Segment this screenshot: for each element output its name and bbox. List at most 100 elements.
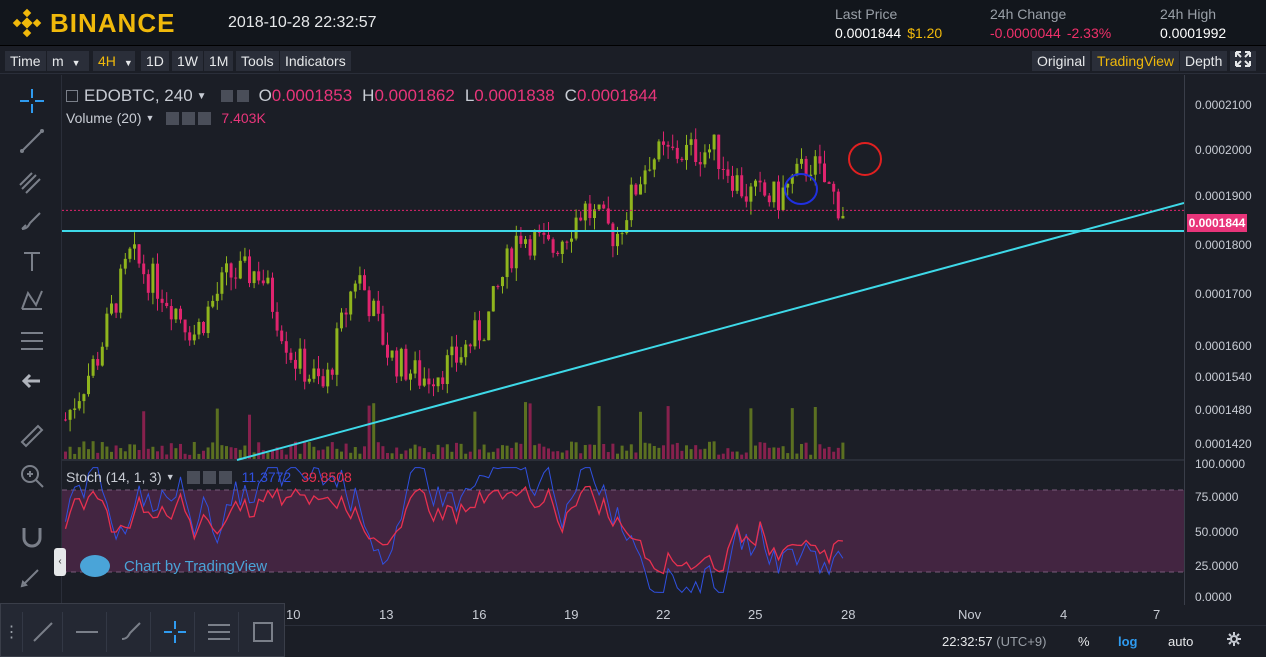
volume-bar <box>123 451 127 459</box>
fib-tool-icon[interactable] <box>199 612 239 652</box>
chevron-down-icon[interactable]: ▼ <box>145 113 154 123</box>
close-icon[interactable] <box>218 470 232 484</box>
chevron-down-icon[interactable]: ▼ <box>166 472 175 482</box>
collapse-sidebar-tab[interactable]: ‹ <box>54 548 66 576</box>
close-icon[interactable] <box>198 111 212 125</box>
text-icon[interactable] <box>16 245 48 277</box>
volume-bar <box>547 448 550 459</box>
candle-body <box>712 134 716 150</box>
depth-button[interactable]: Depth <box>1180 51 1228 71</box>
price-tick: 0.0001540 <box>1195 370 1252 384</box>
candle-body <box>418 360 422 386</box>
volume-bar <box>372 403 376 459</box>
volume-bar <box>491 451 495 459</box>
settings-icon[interactable] <box>182 111 196 125</box>
eye-icon[interactable] <box>220 90 233 102</box>
ruler-icon[interactable] <box>16 420 48 452</box>
candle-body <box>813 156 817 175</box>
candle-body <box>261 280 265 284</box>
original-view-button[interactable]: Original <box>1032 51 1091 71</box>
price-tick: 0.0001700 <box>1195 287 1252 301</box>
last-price-label: Last Price <box>835 6 898 22</box>
arrow-left-icon[interactable] <box>16 365 48 397</box>
brush-icon[interactable] <box>16 205 48 237</box>
volume-bar <box>248 414 251 459</box>
tradingview-button[interactable]: TradingView <box>1092 51 1180 71</box>
candle-body <box>340 312 343 329</box>
volume-bar <box>358 453 362 459</box>
brush-tool-icon[interactable] <box>111 612 151 652</box>
indicators-button[interactable]: Indicators <box>280 51 351 71</box>
volume-bar <box>685 445 688 459</box>
candle-body <box>298 348 302 369</box>
price-axis[interactable]: 0.0002100 0.0002000 0.0001900 0.0001800 … <box>1184 75 1266 605</box>
volume-bar <box>832 451 836 459</box>
volume-bar <box>363 446 366 459</box>
volume-bar <box>528 403 532 459</box>
tradingview-watermark[interactable]: Chart by TradingView <box>80 555 267 577</box>
chevron-down-icon[interactable]: ▼ <box>197 91 207 102</box>
volume-bar <box>616 453 619 459</box>
candle-body <box>464 344 468 358</box>
pattern-icon[interactable] <box>16 285 48 317</box>
price-tick: 0.0001480 <box>1195 403 1252 417</box>
trendline-tool-icon[interactable] <box>23 612 63 652</box>
price-chart[interactable] <box>62 75 1184 605</box>
candle-body <box>110 303 113 314</box>
brand-logo[interactable]: BINANCE <box>12 8 175 38</box>
candle-body <box>413 360 417 374</box>
fullscreen-icon[interactable] <box>1230 51 1256 71</box>
volume-bar <box>344 443 348 459</box>
candle-body <box>487 311 491 341</box>
volume-bar <box>206 447 210 459</box>
candle-body <box>818 156 822 164</box>
collapse-legend-icon[interactable] <box>66 90 78 102</box>
lock-drawing-icon[interactable] <box>16 560 48 592</box>
time-label: Nov <box>958 607 982 622</box>
candle-body <box>501 277 504 287</box>
candle-body <box>160 298 164 303</box>
pitchfork-icon[interactable] <box>16 165 48 197</box>
one-day-button[interactable]: 1D <box>141 51 169 71</box>
time-label: 7 <box>1153 607 1161 622</box>
candle-body <box>657 141 661 160</box>
volume-bar <box>542 446 546 459</box>
trendline-icon[interactable] <box>16 125 48 157</box>
rectangle-tool-icon[interactable] <box>243 612 283 652</box>
settings-icon[interactable] <box>236 90 249 102</box>
volume-bar <box>73 453 77 459</box>
candle-body <box>156 263 159 299</box>
horizontal-line-tool-icon[interactable] <box>67 612 107 652</box>
drag-handle-icon[interactable]: ⋮ <box>1 612 23 652</box>
candle-body <box>390 350 394 358</box>
magnet-icon[interactable] <box>16 520 48 552</box>
crosshair-icon[interactable] <box>16 85 48 117</box>
auto-toggle[interactable]: auto <box>1168 634 1193 649</box>
candle-body <box>731 175 734 191</box>
percent-toggle[interactable]: % <box>1078 634 1090 649</box>
volume-bar <box>836 447 840 459</box>
time-button[interactable]: Time <box>5 51 46 71</box>
volume-bar <box>694 445 698 459</box>
candle-body <box>468 344 472 347</box>
volume-bar <box>708 441 711 459</box>
four-hour-dropdown[interactable]: 4H ▼ <box>93 51 135 71</box>
gear-icon[interactable] <box>1226 631 1242 650</box>
log-toggle[interactable]: log <box>1118 634 1138 649</box>
eye-icon[interactable] <box>166 111 180 125</box>
zoom-icon[interactable] <box>16 460 48 492</box>
chart-canvas[interactable] <box>62 75 1184 605</box>
crosshair-tool-icon[interactable] <box>155 612 195 652</box>
fib-icon[interactable] <box>16 325 48 357</box>
candle-body <box>832 183 836 192</box>
one-month-button[interactable]: 1M <box>204 51 234 71</box>
eye-icon[interactable] <box>186 470 200 484</box>
candle-body <box>128 248 132 259</box>
candle-body <box>763 182 767 196</box>
settings-icon[interactable] <box>202 470 216 484</box>
tools-button[interactable]: Tools <box>236 51 279 71</box>
volume-bar <box>579 453 583 459</box>
price-tick: 0.0001420 <box>1195 437 1252 451</box>
one-week-button[interactable]: 1W <box>172 51 203 71</box>
minutes-dropdown[interactable]: m ▼ <box>47 51 89 71</box>
